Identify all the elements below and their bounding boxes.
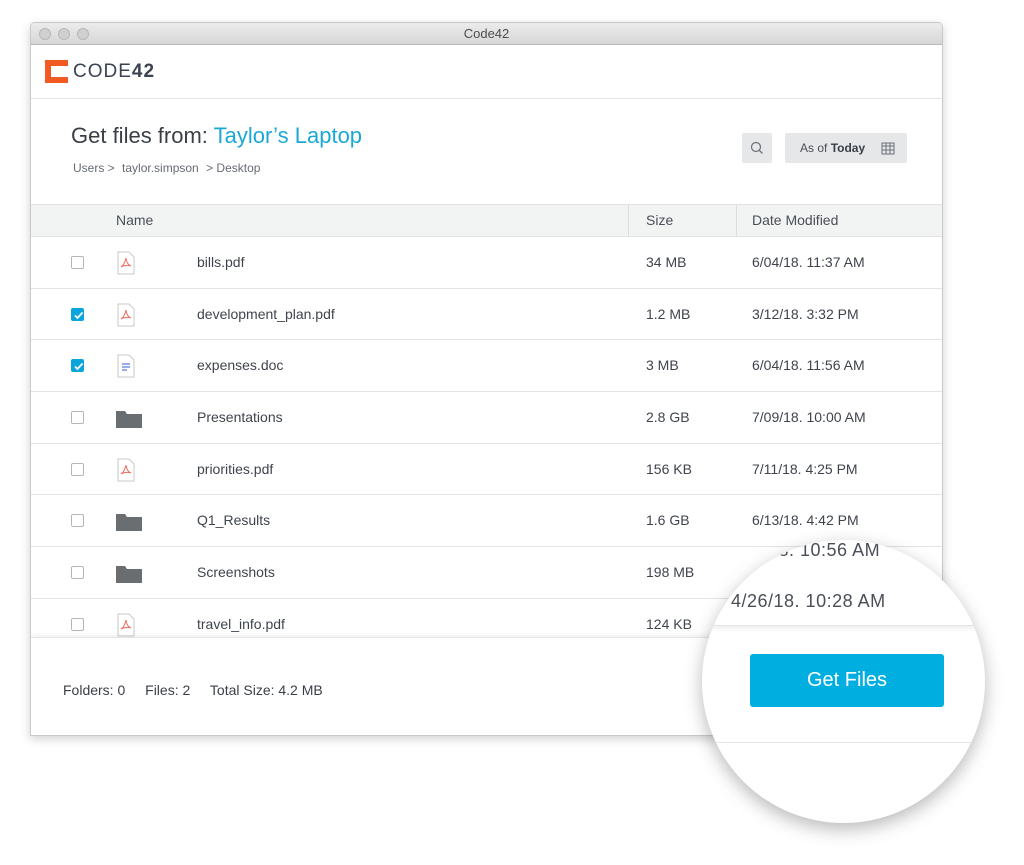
file-name[interactable]: Screenshots [197, 547, 275, 598]
table-row[interactable]: development_plan.pdf 1.2 MB 3/12/18. 3:32 … [31, 289, 942, 341]
pdf-file-icon [117, 458, 135, 485]
row-checkbox[interactable] [71, 359, 84, 373]
file-name[interactable]: development_plan.pdf [197, 289, 335, 340]
file-name[interactable]: expenses.doc [197, 340, 283, 391]
row-checkbox[interactable] [71, 617, 84, 631]
column-divider [736, 205, 737, 236]
file-name[interactable]: Q1_Results [197, 495, 270, 546]
file-date: 6/13/18. 4:42 PM [752, 512, 859, 529]
table-row[interactable]: Presentations 2.8 GB 7/09/18. 10:00 AM [31, 392, 942, 444]
folders-count: Folders: 0 [63, 682, 126, 698]
column-name-header[interactable]: Name [116, 205, 153, 236]
file-name[interactable]: bills.pdf [197, 237, 244, 288]
column-divider [628, 205, 629, 236]
file-size: 156 KB [646, 460, 692, 477]
column-size-header[interactable]: Size [646, 205, 673, 236]
folder-icon [115, 563, 143, 588]
row-checkbox[interactable] [71, 411, 84, 425]
breadcrumb-user[interactable]: taylor.simpson [122, 161, 199, 175]
row-checkbox[interactable] [71, 462, 84, 476]
page-title: Get files from: Taylor’s Laptop [71, 123, 362, 149]
file-size: 124 KB [646, 615, 692, 632]
search-button[interactable] [742, 133, 772, 163]
file-size: 1.6 GB [646, 512, 690, 529]
device-name: Taylor’s Laptop [213, 123, 363, 148]
file-size: 2.8 GB [646, 409, 690, 426]
checkmark-icon [74, 363, 84, 371]
column-date-header[interactable]: Date Modified [752, 205, 838, 236]
row-checkbox[interactable] [71, 566, 84, 580]
divider [702, 742, 985, 743]
magnified-date: 4/26/18. 10:28 AM [731, 591, 886, 611]
logo-text-bold: 42 [131, 61, 156, 82]
magnified-date-partial: . 18. 10:56 AM [757, 540, 881, 560]
brand-logo: CODE42 [73, 61, 155, 83]
file-date: 7/11/18. 4:25 PM [752, 460, 858, 477]
as-of-value: Today [830, 141, 866, 155]
window-title: Code42 [463, 26, 510, 41]
row-checkbox[interactable] [71, 307, 84, 321]
checkmark-icon [74, 311, 84, 319]
folder-icon [115, 511, 143, 536]
magnifier-callout: . 18. 10:56 AM 4/26/18. 10:28 AM Get Fil… [702, 540, 985, 823]
selection-summary: Folders: 0 Files: 2 Total Size: 4.2 MB [63, 682, 339, 698]
file-name[interactable]: Presentations [197, 392, 283, 443]
pdf-file-icon [117, 613, 135, 637]
file-date: 3/12/18. 3:32 PM [752, 305, 859, 322]
title-bar: Code42 [31, 23, 942, 45]
as-of-prefix: As of [800, 141, 828, 155]
breadcrumb-folder[interactable]: > Desktop [206, 161, 260, 175]
breadcrumb-users[interactable]: Users > [73, 161, 115, 175]
logo-text-light: CODE [73, 61, 132, 82]
folder-icon [115, 408, 143, 433]
file-size: 3 MB [646, 357, 679, 374]
as-of-date-picker[interactable]: As of Today [785, 133, 907, 163]
table-row[interactable]: priorities.pdf 156 KB 7/11/18. 4:25 PM [31, 444, 942, 496]
file-name[interactable]: travel_info.pdf [197, 599, 285, 637]
footer-shadow [702, 626, 985, 632]
file-date: 7/09/18. 10:00 AM [752, 409, 866, 426]
table-row[interactable]: expenses.doc 3 MB 6/04/18. 11:56 AM [31, 340, 942, 393]
search-icon [750, 141, 763, 154]
files-count: Files: 2 [145, 682, 191, 698]
code42-logo-icon [45, 60, 68, 83]
table-header: Name Size Date Modified [31, 204, 942, 237]
file-date: 6/04/18. 11:56 AM [752, 357, 865, 374]
file-size: 34 MB [646, 254, 687, 270]
title-prefix: Get files from: [71, 123, 208, 148]
pdf-file-icon [117, 303, 135, 330]
file-date: 6/04/18. 11:37 AM [752, 254, 865, 270]
file-size: 198 MB [646, 564, 695, 581]
pdf-file-icon [117, 251, 135, 278]
file-name[interactable]: priorities.pdf [197, 444, 273, 495]
brand-bar: CODE42 [31, 45, 942, 99]
file-size: 1.2 MB [646, 305, 691, 322]
row-checkbox[interactable] [71, 256, 84, 269]
total-size: Total Size: 4.2 MB [209, 682, 323, 698]
calendar-icon [881, 142, 895, 155]
breadcrumb: Users > taylor.simpson > Desktop [73, 161, 264, 175]
row-checkbox[interactable] [71, 514, 84, 528]
get-files-button[interactable]: Get Files [750, 654, 944, 707]
table-row[interactable]: bills.pdf 34 MB 6/04/18. 11:37 AM [31, 237, 942, 289]
document-icon [117, 354, 135, 381]
